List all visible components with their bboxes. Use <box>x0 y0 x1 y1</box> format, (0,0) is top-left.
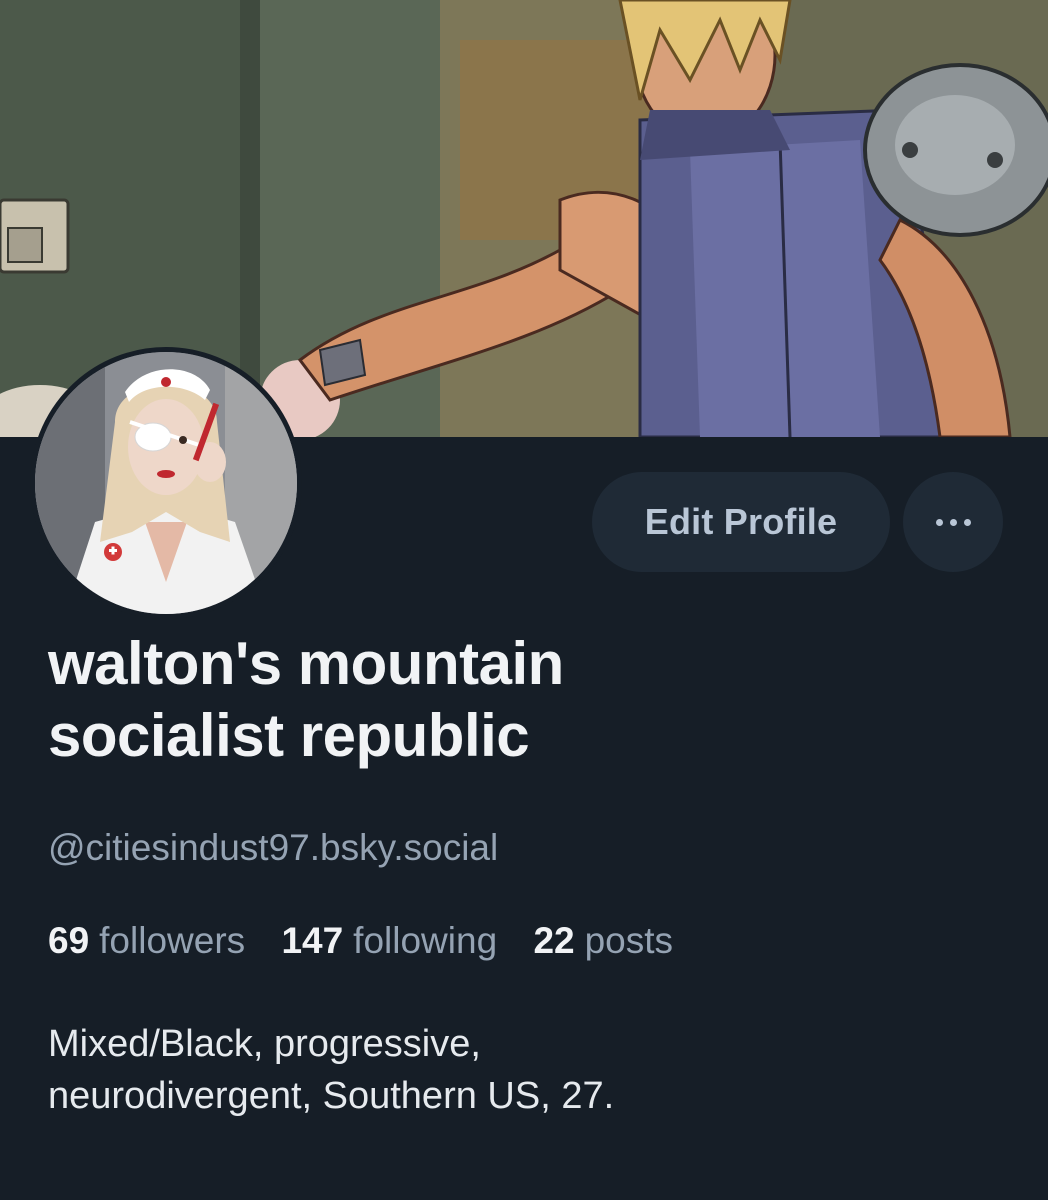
more-options-button[interactable] <box>903 472 1003 572</box>
profile-avatar[interactable] <box>30 347 302 619</box>
profile-display-name: walton's mountain socialist republic <box>48 628 1008 772</box>
profile-page: Edit Profile walton's mountain socialist… <box>0 0 1048 1200</box>
followers-label: followers <box>99 920 246 961</box>
display-name-line-1: walton's mountain <box>48 630 564 697</box>
posts-stat: 22 posts <box>533 915 673 967</box>
following-label: following <box>353 920 498 961</box>
followers-stat[interactable]: 69 followers <box>48 915 245 967</box>
edit-profile-button[interactable]: Edit Profile <box>592 472 890 572</box>
followers-count: 69 <box>48 920 90 961</box>
profile-stats: 69 followers 147 following 22 posts <box>48 915 699 967</box>
bio-line-1: Mixed/Black, progressive, <box>48 1023 481 1065</box>
profile-handle: @citiesindust97.bsky.social <box>48 827 499 868</box>
following-count: 147 <box>281 920 344 961</box>
ellipsis-horizontal-icon <box>932 518 974 526</box>
posts-label: posts <box>584 920 674 961</box>
profile-bio: Mixed/Black, progressive, neurodivergent… <box>48 1018 1008 1122</box>
following-stat[interactable]: 147 following <box>281 915 497 967</box>
avatar-image <box>35 352 297 614</box>
display-name-line-2: socialist republic <box>48 702 530 769</box>
bio-line-2: neurodivergent, Southern US, 27. <box>48 1075 615 1117</box>
posts-count: 22 <box>533 920 575 961</box>
